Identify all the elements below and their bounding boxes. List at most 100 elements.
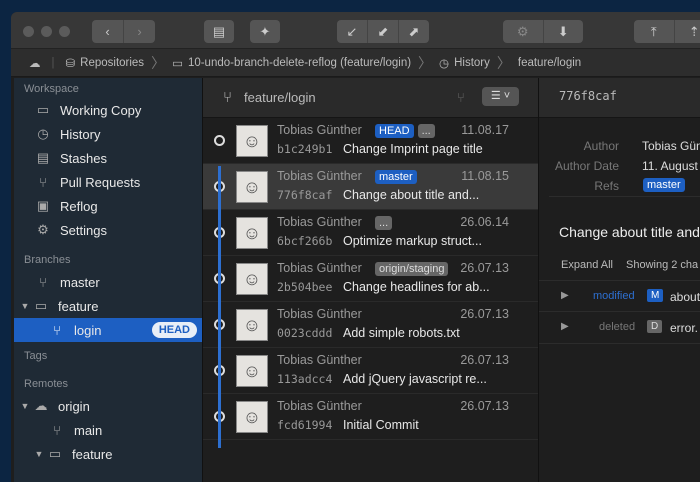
cloud-folder-icon: ☁ <box>32 398 50 414</box>
ref-badge[interactable]: master <box>643 178 685 192</box>
avatar: ☺ <box>236 125 268 157</box>
commit-hash: 2b504bee <box>277 280 332 294</box>
sidebar-item-stashes[interactable]: ▤ Stashes <box>14 146 202 170</box>
sidebar-branch-master[interactable]: ⑂master <box>14 270 202 294</box>
commit-author: Tobias Günther <box>277 215 362 229</box>
breadcrumb-repository[interactable]: 10-undo-branch-delete-reflog (feature/lo… <box>188 57 411 69</box>
modified-badge: M <box>647 289 663 302</box>
commit-hash: 113adcc4 <box>277 372 332 386</box>
commit-details: 776f8caf Author Tobias Günt Author Date … <box>538 78 700 482</box>
avatar: ☺ <box>236 309 268 341</box>
sidebar-item-settings[interactable]: ⚙Settings <box>14 218 202 242</box>
ref-badge[interactable]: origin/staging <box>375 262 448 276</box>
disclosure-triangle-icon[interactable]: ▼ <box>18 401 32 411</box>
back-icon[interactable]: ‹ <box>92 20 124 43</box>
zoom-window-button[interactable] <box>59 26 70 37</box>
sidebar-folder-feature[interactable]: ▼▭feature <box>14 294 202 318</box>
ref-badge[interactable]: ... <box>418 124 435 138</box>
expand-triangle-icon[interactable]: ▶ <box>561 290 569 301</box>
commit-hash: fcd61994 <box>277 418 332 432</box>
label: main <box>74 423 102 438</box>
clock-icon: ◷ <box>34 126 52 142</box>
commit-date: 11.08.15 <box>461 169 509 183</box>
breadcrumb-repositories[interactable]: Repositories <box>80 57 144 69</box>
sidebar-item-reflog[interactable]: ▣Reflog <box>14 194 202 218</box>
commit-hash-title: 776f8caf <box>539 78 700 118</box>
fetch-icon[interactable]: ↙ <box>337 20 368 43</box>
label: Reflog <box>60 199 98 214</box>
commit-date: 26.07.13 <box>460 261 509 275</box>
sidebar: Workspace ▭Working Copy ◷History ▤ Stashe… <box>14 78 202 482</box>
commit-author: Tobias Günther <box>277 307 362 321</box>
pull-request-icon: ⑂ <box>34 175 52 190</box>
expand-triangle-icon[interactable]: ▶ <box>561 321 569 332</box>
push-icon[interactable]: ⬈ <box>399 20 429 43</box>
author-label: Author <box>519 139 619 153</box>
view-options-dropdown[interactable]: ☰ ˅ <box>482 87 519 106</box>
commit-row[interactable]: ☺ Tobias Günther ... 26.06.14 6bcf266b O… <box>203 210 539 256</box>
sidebar-item-history[interactable]: ◷History <box>14 122 202 146</box>
expand-all-button[interactable]: Expand All <box>561 259 613 271</box>
sidebar-remote-folder-feature[interactable]: ▼▭feature <box>14 442 202 466</box>
commit-hash: 0023cddd <box>277 326 332 340</box>
breadcrumb: ☁| ⛁Repositories〉 ▭10-undo-branch-delete… <box>11 49 700 77</box>
branch-icon: ⑂ <box>223 89 232 106</box>
label: origin <box>58 399 90 414</box>
clock-icon: ◷ <box>439 56 449 70</box>
gear-icon: ⚙ <box>34 222 52 238</box>
file-row[interactable]: ▶ deleted D error. <box>539 312 700 344</box>
commit-row[interactable]: ☺ Tobias Günther HEAD... 11.08.17 b1c249… <box>203 118 539 164</box>
commit-date: 26.07.13 <box>460 353 509 367</box>
close-window-button[interactable] <box>23 26 34 37</box>
file-row[interactable]: ▶ modified M about <box>539 280 700 312</box>
ref-badge[interactable]: HEAD <box>375 124 414 138</box>
commit-row[interactable]: ☺ Tobias Günther 26.07.13 0023cddd Add s… <box>203 302 539 348</box>
head-badge: HEAD <box>152 322 197 338</box>
sidebar-branch-login[interactable]: ⑂loginHEAD <box>14 318 202 342</box>
cloud-icon[interactable]: ☁ <box>29 56 41 70</box>
label: feature <box>72 447 112 462</box>
commit-row[interactable]: ☺ Tobias Günther 26.07.13 113adcc4 Add j… <box>203 348 539 394</box>
magic-wand-icon[interactable]: ✦ <box>250 20 280 43</box>
branch-icon[interactable]: ⤒ <box>634 20 675 43</box>
commit-hash: 776f8caf <box>277 188 332 202</box>
disclosure-triangle-icon[interactable]: ▼ <box>32 449 46 459</box>
commit-message: Change about title and... <box>343 188 479 202</box>
compare-icon[interactable]: ⑂ <box>457 90 465 105</box>
folder-icon: ▭ <box>172 56 183 70</box>
pull-icon[interactable]: ⬋ <box>368 20 399 43</box>
ref-badge[interactable]: master <box>375 170 417 184</box>
merge-icon[interactable]: ⇡ <box>675 20 700 43</box>
pop-stash-icon[interactable]: ⬇ <box>544 20 584 43</box>
section-remotes[interactable]: Remotes <box>14 378 68 390</box>
app-window: ‹› ▤ ✦ ↙⬋⬈ ⚙⬇ ⤒⇡ ☁| ⛁Repositories〉 ▭10-u… <box>11 12 700 482</box>
sidebar-item-working-copy[interactable]: ▭Working Copy <box>14 98 202 122</box>
sidebar-item-pull-requests[interactable]: ⑂Pull Requests <box>14 170 202 194</box>
minimize-window-button[interactable] <box>41 26 52 37</box>
commit-row[interactable]: ☺ Tobias Günther origin/staging 26.07.13… <box>203 256 539 302</box>
commit-message: Optimize markup struct... <box>343 234 482 248</box>
commit-row[interactable]: ☺ Tobias Günther master 11.08.15 776f8ca… <box>203 164 539 210</box>
clipboard-icon: ▤ <box>34 150 52 166</box>
avatar: ☺ <box>236 401 268 433</box>
ref-badge[interactable]: ... <box>375 216 392 230</box>
label: Stashes <box>60 151 107 166</box>
section-tags[interactable]: Tags <box>14 350 47 362</box>
disclosure-triangle-icon[interactable]: ▼ <box>18 301 32 311</box>
commit-subject: Change about title and <box>559 224 700 240</box>
commit-author: Tobias Günther <box>277 353 362 367</box>
sidebar-remote-branch-main[interactable]: ⑂main <box>14 418 202 442</box>
sidebar-remote-origin[interactable]: ▼☁ origin <box>14 394 202 418</box>
open-folder-icon[interactable]: ▤ <box>204 20 234 43</box>
breadcrumb-history[interactable]: History <box>454 57 490 69</box>
commit-row[interactable]: ☺ Tobias Günther 26.07.13 fcd61994 Initi… <box>203 394 539 440</box>
author-date-value: 11. August 2 <box>642 159 700 173</box>
folder-icon: ▭ <box>32 298 50 314</box>
commit-date: 11.08.17 <box>461 123 509 137</box>
commit-date: 26.07.13 <box>460 399 509 413</box>
stash-icon[interactable]: ⚙ <box>503 20 544 43</box>
breadcrumb-branch[interactable]: feature/login <box>518 57 581 69</box>
forward-icon[interactable]: › <box>124 20 155 43</box>
author-date-label: Author Date <box>519 159 619 173</box>
section-workspace: Workspace <box>14 83 79 95</box>
